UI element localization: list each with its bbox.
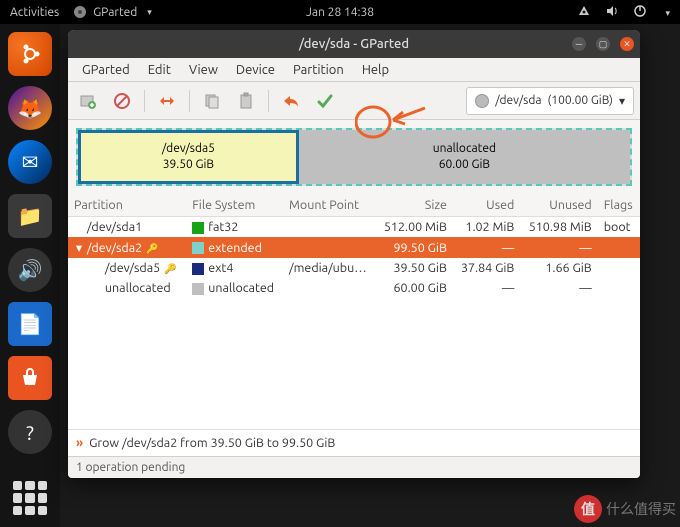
activities-button[interactable]: Activities xyxy=(10,6,59,19)
table-row[interactable]: /dev/sda1fat32512.00 MiB1.02 MiB510.98 M… xyxy=(68,217,640,238)
disk-icon xyxy=(475,94,489,108)
clock[interactable]: Jan 28 14:38 xyxy=(306,6,374,19)
col-unused[interactable]: Unused xyxy=(520,194,597,217)
network-icon[interactable] xyxy=(577,4,591,21)
table-row[interactable]: /dev/sda5🔑ext4/media/ubu…39.50 GiB37.84 … xyxy=(68,258,640,278)
col-partition[interactable]: Partition xyxy=(68,194,186,217)
show-applications-button[interactable] xyxy=(13,481,47,515)
diagram-sda5[interactable]: /dev/sda5 39.50 GiB xyxy=(78,130,299,184)
menu-view[interactable]: View xyxy=(181,61,226,79)
resize-move-button[interactable] xyxy=(153,87,181,115)
power-icon[interactable] xyxy=(633,4,647,21)
dock-icon-software[interactable] xyxy=(8,356,52,400)
menu-device[interactable]: Device xyxy=(228,61,283,79)
dock: 🦊 ✉ 📁 🔊 📄 ? xyxy=(0,24,60,527)
window-title: /dev/sda - GParted xyxy=(299,37,409,51)
diagram-unalloc-name: unallocated xyxy=(433,141,496,157)
apply-button[interactable] xyxy=(311,87,339,115)
watermark: 值 什么值得买 xyxy=(574,495,676,523)
titlebar[interactable]: /dev/sda - GParted ─ ▢ ✕ xyxy=(68,30,640,58)
menu-partition[interactable]: Partition xyxy=(285,61,352,79)
paste-button[interactable] xyxy=(232,87,260,115)
statusbar-text: 1 operation pending xyxy=(76,461,185,474)
table-row[interactable]: ▾ /dev/sda2🔑extended99.50 GiB—— xyxy=(68,237,640,258)
menu-edit[interactable]: Edit xyxy=(140,61,179,79)
copy-button[interactable] xyxy=(198,87,226,115)
dock-icon-ubuntu[interactable] xyxy=(8,32,52,76)
menu-gparted[interactable]: GParted xyxy=(74,61,138,79)
appmenu-button[interactable]: GParted xyxy=(73,5,152,19)
dock-icon-rhythmbox[interactable]: 🔊 xyxy=(8,248,52,292)
new-partition-button[interactable] xyxy=(74,87,102,115)
diagram-unalloc-size: 60.00 GiB xyxy=(439,157,490,173)
chevron-down-icon: ▾ xyxy=(619,94,625,108)
diagram-sda5-name: /dev/sda5 xyxy=(162,141,215,157)
col-filesystem[interactable]: File System xyxy=(186,194,283,217)
pending-op-text: Grow /dev/sda2 from 39.50 GiB to 99.50 G… xyxy=(89,436,335,450)
statusbar: 1 operation pending xyxy=(68,456,640,478)
partition-table[interactable]: Partition File System Mount Point Size U… xyxy=(68,194,640,429)
lock-icon: 🔑 xyxy=(146,243,158,254)
diagram-unallocated[interactable]: unallocated 60.00 GiB xyxy=(299,130,630,184)
dock-icon-files[interactable]: 📁 xyxy=(8,194,52,238)
dock-icon-thunderbird[interactable]: ✉ xyxy=(8,140,52,184)
gparted-window: /dev/sda - GParted ─ ▢ ✕ GParted Edit Vi… xyxy=(68,30,640,478)
lock-icon: 🔑 xyxy=(164,263,176,274)
col-used[interactable]: Used xyxy=(453,194,520,217)
gnome-top-panel: Activities GParted Jan 28 14:38 xyxy=(0,0,680,24)
toolbar: /dev/sda (100.00 GiB) ▾ xyxy=(68,82,640,120)
appmenu-label: GParted xyxy=(93,6,137,19)
dock-icon-firefox[interactable]: 🦊 xyxy=(8,86,52,130)
partition-diagram[interactable]: /dev/sda5 39.50 GiB unallocated 60.00 Gi… xyxy=(76,128,632,186)
col-mountpoint[interactable]: Mount Point xyxy=(283,194,376,217)
grow-icon: » xyxy=(76,436,83,450)
undo-button[interactable] xyxy=(277,87,305,115)
volume-icon[interactable] xyxy=(605,4,619,21)
device-size: (100.00 GiB) xyxy=(548,94,613,107)
maximize-button[interactable]: ▢ xyxy=(596,37,610,51)
dock-icon-help[interactable]: ? xyxy=(8,410,52,454)
dock-icon-libreoffice-writer[interactable]: 📄 xyxy=(8,302,52,346)
device-name: /dev/sda xyxy=(495,94,541,107)
col-flags[interactable]: Flags xyxy=(598,194,640,217)
watermark-text: 什么值得买 xyxy=(606,499,676,519)
pending-operations[interactable]: » Grow /dev/sda2 from 39.50 GiB to 99.50… xyxy=(68,429,640,456)
minimize-button[interactable]: ─ xyxy=(572,37,586,51)
close-button[interactable]: ✕ xyxy=(620,37,634,51)
gparted-icon xyxy=(73,5,87,19)
watermark-badge: 值 xyxy=(574,495,602,523)
delete-partition-button[interactable] xyxy=(108,87,136,115)
menu-help[interactable]: Help xyxy=(354,61,397,79)
diagram-sda5-size: 39.50 GiB xyxy=(163,157,214,173)
system-menu-caret[interactable] xyxy=(661,6,670,19)
menubar: GParted Edit View Device Partition Help xyxy=(68,58,640,82)
col-size[interactable]: Size xyxy=(376,194,453,217)
table-row[interactable]: unallocatedunallocated60.00 GiB—— xyxy=(68,278,640,298)
device-selector[interactable]: /dev/sda (100.00 GiB) ▾ xyxy=(466,87,634,115)
